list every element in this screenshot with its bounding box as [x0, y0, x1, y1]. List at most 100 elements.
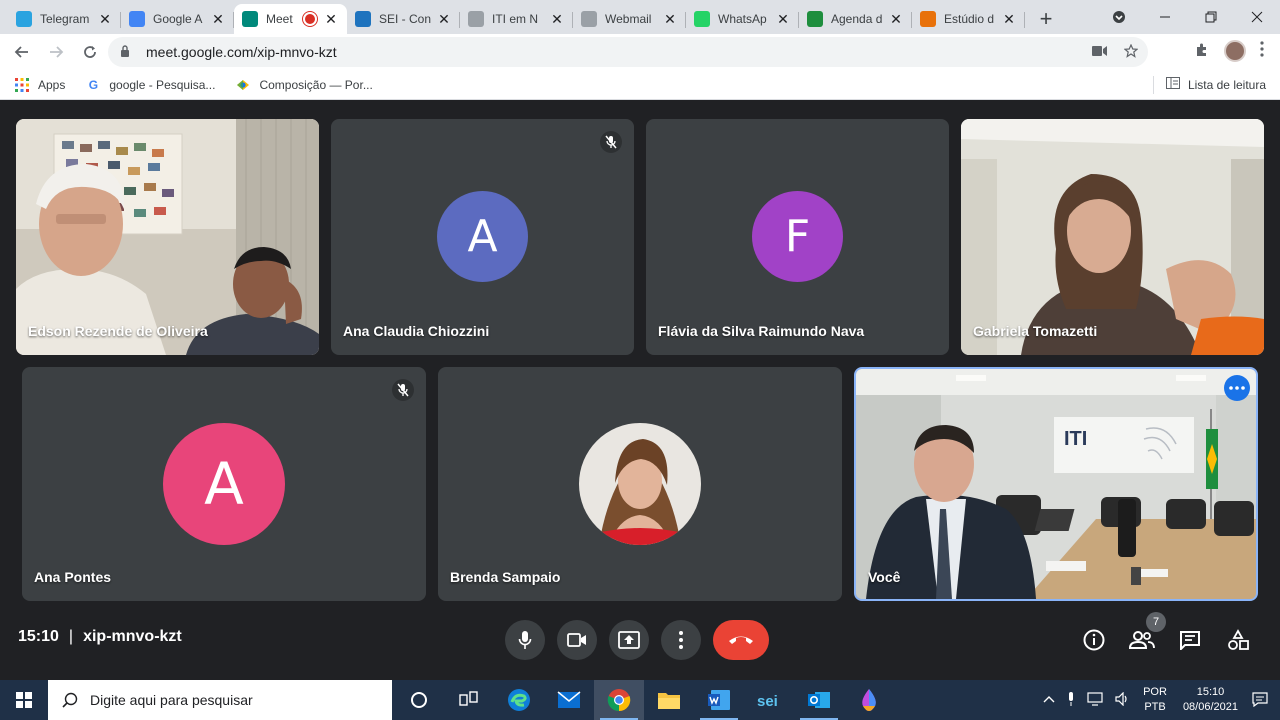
tab-title: Webmail: [605, 12, 652, 26]
word-icon[interactable]: [694, 680, 744, 720]
paint-drop-icon[interactable]: [844, 680, 894, 720]
edge-icon[interactable]: [494, 680, 544, 720]
camera-indicator-icon[interactable]: [1092, 44, 1108, 61]
close-tab-icon[interactable]: ✕: [662, 11, 678, 28]
input-language-indicator[interactable]: POR PTB: [1143, 685, 1167, 715]
iti-sign-text: ITI: [1064, 428, 1087, 450]
bookmark-label: Apps: [38, 77, 66, 92]
close-tab-icon[interactable]: ✕: [97, 11, 113, 28]
tab-title: Google A: [153, 12, 203, 26]
menu-kebab-icon[interactable]: [1260, 40, 1264, 62]
microphone-button[interactable]: [505, 620, 545, 660]
browser-tab[interactable]: ITI em N ✕: [460, 4, 573, 34]
bookmark-apps[interactable]: Apps: [14, 77, 65, 93]
network-icon[interactable]: [1087, 691, 1103, 709]
close-tab-icon[interactable]: ✕: [1001, 11, 1017, 28]
close-window-button[interactable]: [1234, 0, 1280, 34]
participant-avatar: F: [752, 191, 843, 282]
chrome-icon[interactable]: [594, 680, 644, 720]
mail-icon[interactable]: [544, 680, 594, 720]
mic-off-icon: [392, 379, 414, 401]
language-code: POR: [1143, 686, 1167, 698]
browser-tab[interactable]: WhatsAp ✕: [686, 4, 799, 34]
meeting-details-button[interactable]: [1080, 626, 1108, 654]
clock-time: 15:10: [1196, 686, 1225, 698]
system-tray: POR PTB 15:10 08/06/2021: [1037, 680, 1280, 720]
bookmark-star-icon[interactable]: [1123, 43, 1139, 61]
system-clock[interactable]: 15:10 08/06/2021: [1183, 685, 1238, 715]
participant-tile-brenda[interactable]: Brenda Sampaio: [438, 367, 842, 601]
tab-title: Telegram: [40, 12, 90, 26]
forward-button[interactable]: [40, 36, 72, 68]
reload-button[interactable]: [74, 36, 106, 68]
tab-search-icon[interactable]: [1096, 0, 1142, 34]
participant-tile-self[interactable]: ITI Você: [854, 367, 1258, 601]
sei-icon: [355, 11, 371, 27]
search-placeholder: Digite aqui para pesquisar: [90, 692, 253, 708]
more-options-button[interactable]: [661, 620, 701, 660]
participant-tile-gabriela[interactable]: Gabriela Tomazetti: [961, 119, 1264, 355]
browser-tab-strip: Telegram ✕ Google A ✕ Meet ✕ SEI - Con ✕ ITI em …: [0, 0, 1280, 34]
divider: |: [68, 628, 74, 645]
info-icon: [1083, 629, 1105, 651]
chevron-up-icon[interactable]: [1043, 694, 1055, 706]
browser-tab[interactable]: Meet ✕: [234, 4, 347, 34]
webmail-icon: [581, 11, 597, 27]
people-icon: [1129, 631, 1155, 649]
url-text: meet.google.com/xip-mnvo-kzt: [146, 44, 337, 60]
camera-button[interactable]: [557, 620, 597, 660]
restore-button[interactable]: [1188, 0, 1234, 34]
close-tab-icon[interactable]: ✕: [210, 11, 226, 28]
browser-toolbar: meet.google.com/xip-mnvo-kzt: [0, 34, 1280, 70]
participant-tile-ana-claudia[interactable]: A Ana Claudia Chiozzini: [331, 119, 634, 355]
leave-call-button[interactable]: [713, 620, 769, 660]
taskbar-search-box[interactable]: Digite aqui para pesquisar: [48, 680, 392, 720]
present-screen-button[interactable]: [609, 620, 649, 660]
divider: [1152, 75, 1154, 94]
reading-list-button[interactable]: Lista de leitura: [1152, 75, 1266, 94]
close-tab-icon[interactable]: ✕: [549, 11, 565, 28]
close-tab-icon[interactable]: ✕: [775, 11, 791, 28]
meeting-code[interactable]: xip-mnvo-kzt: [83, 628, 182, 646]
sei-icon[interactable]: sei: [744, 680, 794, 720]
minimize-button[interactable]: [1142, 0, 1188, 34]
browser-tab[interactable]: SEI - Con ✕: [347, 4, 460, 34]
browser-tab[interactable]: Webmail ✕: [573, 4, 686, 34]
activities-button[interactable]: [1224, 626, 1252, 654]
back-button[interactable]: [6, 36, 38, 68]
bookmark-google-search[interactable]: G google - Pesquisa...: [85, 77, 216, 93]
participant-tile-edson[interactable]: Edson Rezende de Oliveira: [16, 119, 319, 355]
file-explorer-icon[interactable]: [644, 680, 694, 720]
new-tab-button[interactable]: +: [1031, 4, 1061, 34]
mic-tray-icon[interactable]: [1067, 691, 1075, 709]
bookmark-composicao[interactable]: Composição — Por...: [235, 77, 373, 93]
participant-tile-ana-pontes[interactable]: A Ana Pontes: [22, 367, 426, 601]
more-options-icon[interactable]: [1224, 375, 1250, 401]
browser-tab[interactable]: Estúdio d ✕: [912, 4, 1025, 34]
meeting-info: 15:10 | xip-mnvo-kzt: [18, 628, 182, 646]
address-bar[interactable]: meet.google.com/xip-mnvo-kzt: [108, 37, 1148, 67]
browser-tab[interactable]: Telegram ✕: [8, 4, 121, 34]
close-tab-icon[interactable]: ✕: [436, 11, 452, 28]
chat-button[interactable]: [1176, 626, 1204, 654]
outlook-icon[interactable]: [794, 680, 844, 720]
notifications-icon[interactable]: [1252, 691, 1268, 710]
start-button[interactable]: [0, 680, 48, 720]
search-icon: [62, 692, 78, 708]
volume-icon[interactable]: [1115, 691, 1131, 709]
task-view-icon[interactable]: [444, 680, 494, 720]
participant-tile-flavia[interactable]: F Flávia da Silva Raimundo Nava: [646, 119, 949, 355]
browser-tab[interactable]: Agenda d ✕: [799, 4, 912, 34]
close-tab-icon[interactable]: ✕: [323, 11, 339, 28]
bookmark-label: google - Pesquisa...: [109, 77, 216, 92]
close-tab-icon[interactable]: ✕: [888, 11, 904, 28]
tab-title: Estúdio d: [944, 12, 995, 26]
browser-tab[interactable]: Google A ✕: [121, 4, 234, 34]
participants-button[interactable]: 7: [1128, 612, 1166, 654]
extensions-icon[interactable]: [1194, 41, 1210, 62]
cortana-icon[interactable]: [394, 680, 444, 720]
telegram-icon: [16, 11, 32, 27]
participant-avatar: A: [163, 423, 285, 545]
participant-name: Brenda Sampaio: [450, 569, 561, 585]
profile-avatar[interactable]: [1224, 40, 1246, 62]
